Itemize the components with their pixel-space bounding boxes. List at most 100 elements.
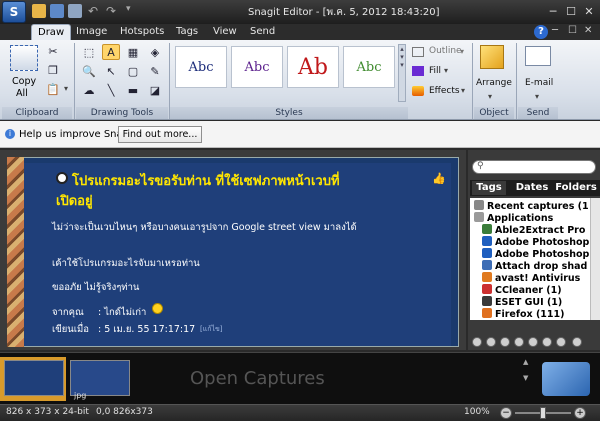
tray-scroll-icon[interactable]: ▲ ▼ — [523, 358, 531, 398]
fill-icon[interactable] — [412, 66, 424, 76]
tab-tags[interactable]: Tags — [170, 24, 204, 40]
capture-thumbnail-1[interactable] — [4, 360, 64, 396]
library-action-icon[interactable] — [514, 337, 524, 347]
pen-tool-icon[interactable]: ✎ — [146, 63, 164, 79]
tree-item-app[interactable]: Able2Extract Pro — [482, 224, 585, 236]
maximize-button[interactable]: ☐ — [562, 4, 580, 19]
zoom-in-icon[interactable]: + — [574, 407, 586, 419]
callout-tool-icon[interactable]: ☁ — [80, 82, 98, 98]
library-tab-folders[interactable]: Folders — [554, 181, 598, 195]
zoom-slider-thumb[interactable] — [540, 407, 546, 419]
text-tool-icon[interactable]: A — [102, 44, 120, 60]
quick-access-dropdown-icon[interactable]: ▾ — [126, 4, 140, 18]
library-tab-tags[interactable]: Tags — [472, 181, 506, 195]
style-preset-2[interactable]: Abc — [231, 46, 283, 88]
library-action-icon[interactable] — [528, 337, 538, 347]
fill-button[interactable]: Fill — [429, 66, 441, 76]
line-tool-icon[interactable]: ╲ — [102, 82, 120, 98]
group-label-send: Send — [518, 107, 558, 119]
shape-tool-icon[interactable]: ▢ — [124, 63, 142, 79]
app-icon — [482, 236, 492, 246]
library-tree[interactable]: Recent captures (1 Applications Able2Ext… — [470, 198, 600, 320]
find-out-more-button[interactable]: Find out more... — [118, 126, 202, 143]
outline-dropdown-icon[interactable]: ▾ — [460, 47, 464, 56]
tab-draw[interactable]: Draw — [31, 24, 72, 40]
copy-all-icon[interactable] — [10, 45, 38, 71]
library-action-icon[interactable] — [542, 337, 552, 347]
paste-icon[interactable]: 📋 — [44, 81, 62, 97]
cursor-coordinates: 0,0 826x373 — [96, 407, 153, 417]
redo-icon[interactable]: ↷ — [106, 4, 120, 18]
tree-item-app[interactable]: Adobe Photoshop — [482, 236, 589, 248]
minimize-button[interactable]: ─ — [544, 4, 562, 19]
cut-icon[interactable]: ✂ — [44, 43, 62, 59]
tree-item-app[interactable]: Firefox (111) — [482, 308, 564, 320]
folder-icon — [474, 200, 484, 210]
open-icon[interactable] — [32, 4, 46, 18]
copy-small-icon[interactable]: ❐ — [44, 62, 62, 78]
library-action-icon[interactable] — [500, 337, 510, 347]
style-preset-3[interactable]: Ab — [287, 46, 339, 88]
library-tab-dates[interactable]: Dates — [512, 181, 552, 195]
arrange-icon[interactable] — [480, 45, 504, 69]
arrange-dropdown-icon[interactable]: ▾ — [488, 92, 492, 101]
tab-image[interactable]: Image — [70, 24, 113, 40]
arrow-tool-icon[interactable]: ↖ — [102, 63, 120, 79]
undo-icon[interactable]: ↶ — [88, 4, 102, 18]
email-button[interactable]: E-mail — [525, 78, 553, 88]
library-action-icon[interactable] — [556, 337, 566, 347]
outline-button[interactable]: Outline — [429, 46, 462, 56]
paste-dropdown-icon[interactable]: ▾ — [64, 84, 68, 93]
eraser-tool-icon[interactable]: ◪ — [146, 82, 164, 98]
effects-dropdown-icon[interactable]: ▾ — [461, 86, 465, 95]
app-menu-button[interactable]: S — [2, 1, 26, 23]
edit-link[interactable]: [แก้ไข] — [200, 324, 223, 335]
zoom-out-icon[interactable]: − — [500, 407, 512, 419]
style-preset-4[interactable]: Abc — [343, 46, 395, 88]
tree-item-recent[interactable]: Recent captures (1 — [474, 200, 589, 212]
styles-scroll[interactable]: ▴ ▾ ▾ — [398, 44, 406, 102]
tab-view[interactable]: View — [207, 24, 243, 40]
copy-icon[interactable] — [68, 4, 82, 18]
copy-all-label[interactable]: Copy — [12, 76, 36, 87]
tree-item-app[interactable]: ESET GUI (1) — [482, 296, 562, 308]
from-value: : ไกด์ไม่เก่า — [98, 307, 147, 318]
highlighter-tool-icon[interactable]: ▬ — [124, 82, 142, 98]
library-search-input[interactable] — [472, 160, 596, 174]
fill-dropdown-icon[interactable]: ▾ — [444, 66, 448, 75]
outline-icon[interactable] — [412, 47, 424, 57]
fill-tool-icon[interactable]: ◈ — [146, 44, 164, 60]
library-action-icon[interactable] — [472, 337, 482, 347]
library-action-icon[interactable] — [572, 337, 582, 347]
date-value: : 5 เม.ย. 55 17:17:17 — [98, 324, 196, 335]
style-preset-1[interactable]: Abc — [175, 46, 227, 88]
tab-hotspots[interactable]: Hotspots — [114, 24, 170, 40]
date-label: เขียนเมื่อ — [52, 324, 90, 335]
ribbon-close-icon[interactable]: ✕ — [584, 25, 592, 36]
capture-left-edge — [7, 157, 24, 347]
close-button[interactable]: ✕ — [580, 4, 598, 19]
copy-all-label-2[interactable]: All — [16, 88, 28, 99]
library-action-icon[interactable] — [486, 337, 496, 347]
arrange-button[interactable]: Arrange — [476, 78, 512, 88]
tree-item-applications[interactable]: Applications — [474, 212, 553, 224]
selection-tool-icon[interactable]: ⬚ — [80, 44, 98, 60]
zoom-tool-icon[interactable]: 🔍 — [80, 63, 98, 79]
tree-item-app[interactable]: Adobe Photoshop — [482, 248, 589, 260]
ribbon-minimize-icon[interactable]: ─ — [552, 25, 558, 36]
info-icon: i — [5, 129, 15, 139]
save-icon[interactable] — [50, 4, 64, 18]
email-dropdown-icon[interactable]: ▾ — [535, 92, 539, 101]
tree-item-app[interactable]: Attach drop shad — [482, 260, 587, 272]
tab-send[interactable]: Send — [244, 24, 281, 40]
tree-item-app[interactable]: CCleaner (1) — [482, 284, 562, 296]
email-icon[interactable] — [525, 46, 551, 66]
effects-button[interactable]: Effects — [429, 86, 460, 96]
help-icon[interactable]: ? — [534, 25, 548, 39]
effects-icon[interactable] — [412, 86, 424, 96]
library-folder-icon[interactable] — [542, 362, 590, 396]
ribbon-restore-icon[interactable]: ☐ — [568, 25, 577, 36]
stamp-tool-icon[interactable]: ▦ — [124, 44, 142, 60]
tree-item-app[interactable]: avast! Antivirus — [482, 272, 580, 284]
tree-scrollbar[interactable] — [590, 198, 600, 320]
